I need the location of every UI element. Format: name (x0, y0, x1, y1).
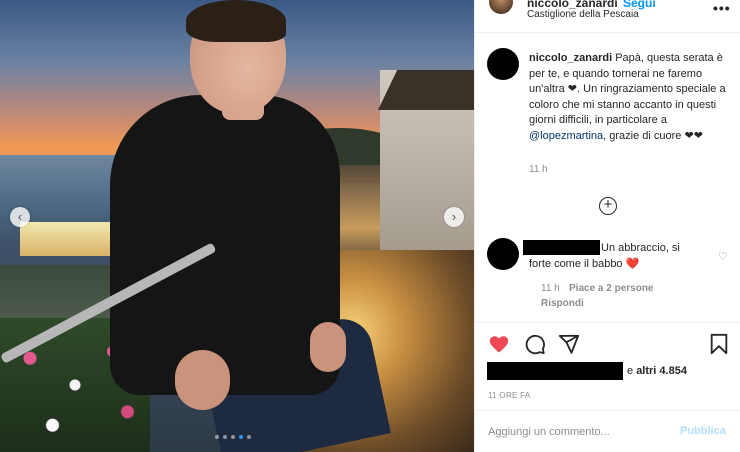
post-sidebar: niccolo_zanardi Segui Castiglione della … (474, 0, 740, 452)
post-photo[interactable]: ‹ › (0, 0, 474, 452)
post-header: niccolo_zanardi Segui Castiglione della … (475, 0, 740, 33)
comment-time[interactable]: 11 h (541, 283, 560, 294)
beach-club (20, 222, 110, 256)
share-icon[interactable] (558, 333, 580, 355)
comment-reply-button[interactable]: Rispondi (541, 298, 584, 309)
comment-likes-count[interactable]: Piace a 2 persone (569, 283, 654, 294)
commenter-avatar[interactable] (487, 238, 519, 270)
caption-body-2: , grazie di cuore ❤❤ (603, 129, 703, 142)
comment-like-icon[interactable]: ♡ (718, 250, 728, 263)
carousel-dots (215, 435, 251, 439)
redacted-username (523, 240, 600, 255)
comment-text-line2: forte come il babbo ❤️ (529, 258, 640, 270)
add-comment-bar: Pubblica (475, 410, 740, 452)
author-avatar[interactable] (489, 0, 513, 14)
person-hand (175, 350, 230, 410)
caption-avatar[interactable] (487, 48, 519, 80)
caption-time[interactable]: 11 h (529, 164, 548, 175)
load-more-comments-icon[interactable]: + (599, 197, 617, 215)
comment-icon[interactable] (524, 333, 546, 355)
carousel-next-button[interactable]: › (444, 207, 464, 227)
publish-button[interactable]: Pubblica (680, 425, 726, 437)
likes-summary: e altri 4.854 (487, 362, 732, 380)
heart-filled-icon[interactable] (488, 333, 510, 355)
likes-count[interactable]: altri 4.854 (636, 365, 687, 377)
person-hair (186, 0, 286, 42)
carousel-dot[interactable] (247, 435, 251, 439)
location-link[interactable]: Castiglione della Pescaia (527, 9, 639, 20)
carousel-prev-button[interactable]: ‹ (10, 207, 30, 227)
redacted-liker (487, 362, 623, 380)
person-hand-right (310, 322, 346, 372)
more-options-icon[interactable]: ••• (713, 0, 731, 16)
person-jacket (110, 95, 340, 395)
comment-input[interactable] (488, 423, 678, 441)
carousel-dot[interactable] (223, 435, 227, 439)
caption-username[interactable]: niccolo_zanardi (529, 52, 612, 64)
carousel-dot-active[interactable] (239, 435, 243, 439)
caption-text: niccolo_zanardi Papà, questa serata è pe… (529, 51, 729, 144)
bookmark-icon[interactable] (708, 333, 730, 355)
caption-mention[interactable]: @lopezmartina (529, 130, 603, 142)
likes-prefix: e (627, 365, 637, 377)
likes-text[interactable]: e altri 4.854 (627, 365, 687, 377)
carousel-dot[interactable] (215, 435, 219, 439)
comment-text-line1: Un abbraccio, si (601, 242, 680, 254)
carousel-dot[interactable] (231, 435, 235, 439)
post-timestamp[interactable]: 11 ORE FA (488, 391, 531, 400)
